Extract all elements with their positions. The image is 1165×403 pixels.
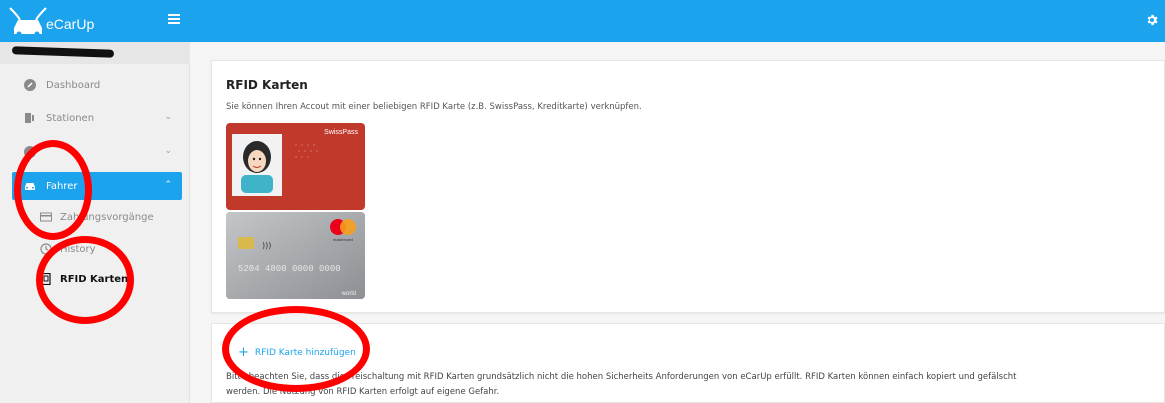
sidebar-item-dashboard[interactable]: Dashboard xyxy=(12,71,182,99)
page-title: RFID Karten xyxy=(226,78,308,92)
add-rfid-card-label: RFID Karte hinzufügen xyxy=(254,347,356,358)
sidebar-subitem-rfid-karten[interactable]: RFID Karten xyxy=(40,268,128,290)
rfid-card-panel: RFID Karten Sie können Ihren Accout mit … xyxy=(211,60,1165,313)
sidebar-subitem-label: History xyxy=(60,243,96,255)
hamburger-icon[interactable] xyxy=(168,14,180,24)
credit-card-icon xyxy=(40,212,52,222)
app-name: eCarUp xyxy=(46,16,95,32)
world-label: world xyxy=(341,291,356,297)
sidebar: Dashboard Stationen ⌄ ⌄ Fahrer ⌃ Zahlung… xyxy=(0,42,190,403)
swisspass-label: SwissPass xyxy=(324,129,358,136)
car-logo-icon xyxy=(9,7,47,36)
warning-line-1: Bitte beachten Sie, dass die Freischaltu… xyxy=(226,372,1017,382)
app-logo[interactable]: eCarUp xyxy=(8,4,178,40)
item-icon xyxy=(24,146,36,158)
chevron-down-icon: ⌄ xyxy=(164,112,172,122)
sidebar-item-stationen[interactable]: Stationen ⌄ xyxy=(12,104,182,132)
history-icon xyxy=(40,243,52,255)
gear-icon[interactable] xyxy=(1145,13,1159,27)
plus-icon: + xyxy=(238,345,249,360)
card-number: 5204 4800 0000 0000 xyxy=(238,264,341,274)
sidebar-item-fahrer[interactable]: Fahrer ⌃ xyxy=(12,172,182,200)
redacted-username xyxy=(11,46,115,58)
page-description: Sie können Ihren Accout mit einer belieb… xyxy=(226,102,642,112)
add-rfid-card-button[interactable]: + RFID Karte hinzufügen xyxy=(238,346,356,359)
chevron-up-icon: ⌃ xyxy=(164,180,172,190)
sidebar-subitem-label: Zahlungsvorgänge xyxy=(60,211,154,223)
mastercard-label: mastercard xyxy=(333,237,353,242)
user-profile[interactable] xyxy=(0,42,190,64)
security-warning: Bitte beachten Sie, dass die Freischaltu… xyxy=(226,370,1146,400)
sidebar-subitem-label: RFID Karten xyxy=(60,273,129,285)
sidebar-item-label: Fahrer xyxy=(46,180,78,192)
top-bar: eCarUp xyxy=(0,0,1165,42)
svg-text:))): ))) xyxy=(262,241,271,250)
rfid-card-icon xyxy=(41,273,51,285)
sidebar-item-obscured[interactable]: ⌄ xyxy=(12,138,182,166)
sidebar-subitem-history[interactable]: History xyxy=(40,238,96,260)
car-icon xyxy=(25,183,35,190)
rfid-cards-image: SwissPass mastercard ))) 5204 4800 0000 … xyxy=(226,123,365,299)
dashboard-icon xyxy=(24,79,36,91)
sidebar-subitem-zahlungsvorgaenge[interactable]: Zahlungsvorgänge xyxy=(40,206,154,228)
sidebar-item-label: Stationen xyxy=(46,112,95,124)
chevron-down-icon: ⌄ xyxy=(164,146,172,156)
warning-line-2: werden. Die Nutzung von RFID Karten erfo… xyxy=(226,387,500,397)
sidebar-item-label: Dashboard xyxy=(46,79,101,91)
add-rfid-panel: + RFID Karte hinzufügen Bitte beachten S… xyxy=(211,323,1165,403)
charging-station-icon xyxy=(25,113,34,123)
